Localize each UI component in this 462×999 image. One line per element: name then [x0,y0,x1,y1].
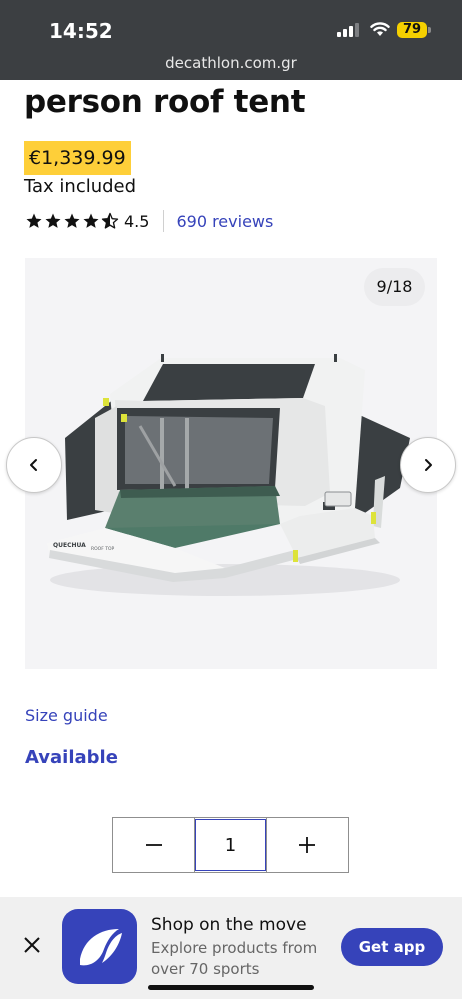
star-half-icon [101,212,119,229]
next-image-button[interactable] [400,437,456,493]
home-indicator [148,985,314,990]
rating-value: 4.5 [124,211,150,231]
wifi-icon [370,22,390,42]
rating-divider [163,210,165,232]
image-counter: 9/18 [364,268,425,306]
decathlon-app-icon[interactable] [62,909,137,984]
tent-brand-label: QUECHUA [53,542,86,549]
roof-tent-illustration: QUECHUA ROOF TOP [47,354,410,596]
battery-icon: 79 [397,22,427,38]
size-guide-link[interactable]: Size guide [25,706,108,725]
banner-title: Shop on the move [151,915,307,935]
quantity-stepper: 1 [112,817,349,873]
banner-subtitle: Explore products from over 70 sports [151,939,318,978]
status-bar: 14:52 79 decathlon.com.gr [0,0,462,80]
product-title: person roof tent [24,84,306,120]
rating-stars [25,212,119,230]
previous-image-button[interactable] [6,437,62,493]
availability-status: Available [25,747,118,768]
increase-quantity-button[interactable] [267,818,348,872]
address-bar-url[interactable]: decathlon.com.gr [0,54,462,72]
quantity-input[interactable]: 1 [194,818,267,872]
star-icon [45,213,61,228]
minus-icon [145,844,162,846]
chevron-right-icon [425,459,432,471]
close-icon [24,937,40,953]
get-app-button[interactable]: Get app [341,928,443,966]
star-icon [26,213,42,228]
battery-tip [428,27,431,33]
plus-icon [299,837,316,853]
tent-model-label: ROOF TOP [91,546,115,552]
product-image[interactable]: QUECHUA ROOF TOP [25,258,437,669]
star-icon [64,213,80,228]
close-banner-button[interactable] [22,935,42,960]
chevron-left-icon [30,459,37,471]
product-rating[interactable]: 4.5 690 reviews [25,209,273,233]
signal-icon [337,23,359,42]
tax-note: Tax included [24,176,137,197]
decathlon-logo-icon [80,929,122,966]
reviews-link[interactable]: 690 reviews [176,212,273,231]
status-time: 14:52 [49,19,113,43]
star-icon [83,213,99,228]
product-price: €1,339.99 [24,141,131,175]
decrease-quantity-button[interactable] [113,818,194,872]
